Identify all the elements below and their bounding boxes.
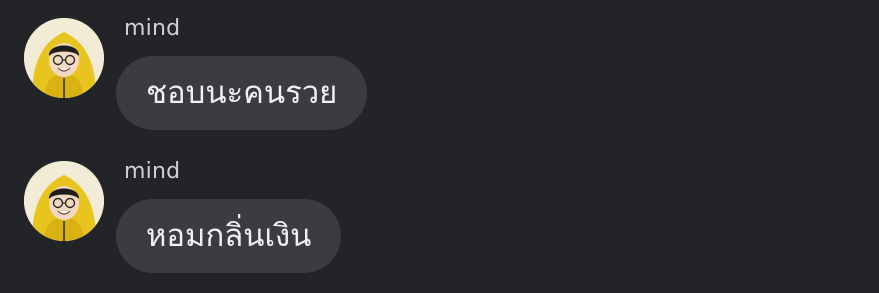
user-avatar-icon: [24, 18, 104, 98]
message-bubble[interactable]: หอมกลิ่นเงิน: [116, 199, 342, 273]
user-avatar-icon: [24, 161, 104, 241]
avatar[interactable]: [24, 18, 104, 98]
chat-thread: mind ชอบนะคนรวย mind หอมกลิ่นเงิน: [0, 0, 879, 293]
avatar[interactable]: [24, 161, 104, 241]
message-bubble[interactable]: ชอบนะคนรวย: [116, 56, 368, 130]
sender-name[interactable]: mind: [124, 157, 180, 187]
sender-name[interactable]: mind: [124, 14, 180, 44]
